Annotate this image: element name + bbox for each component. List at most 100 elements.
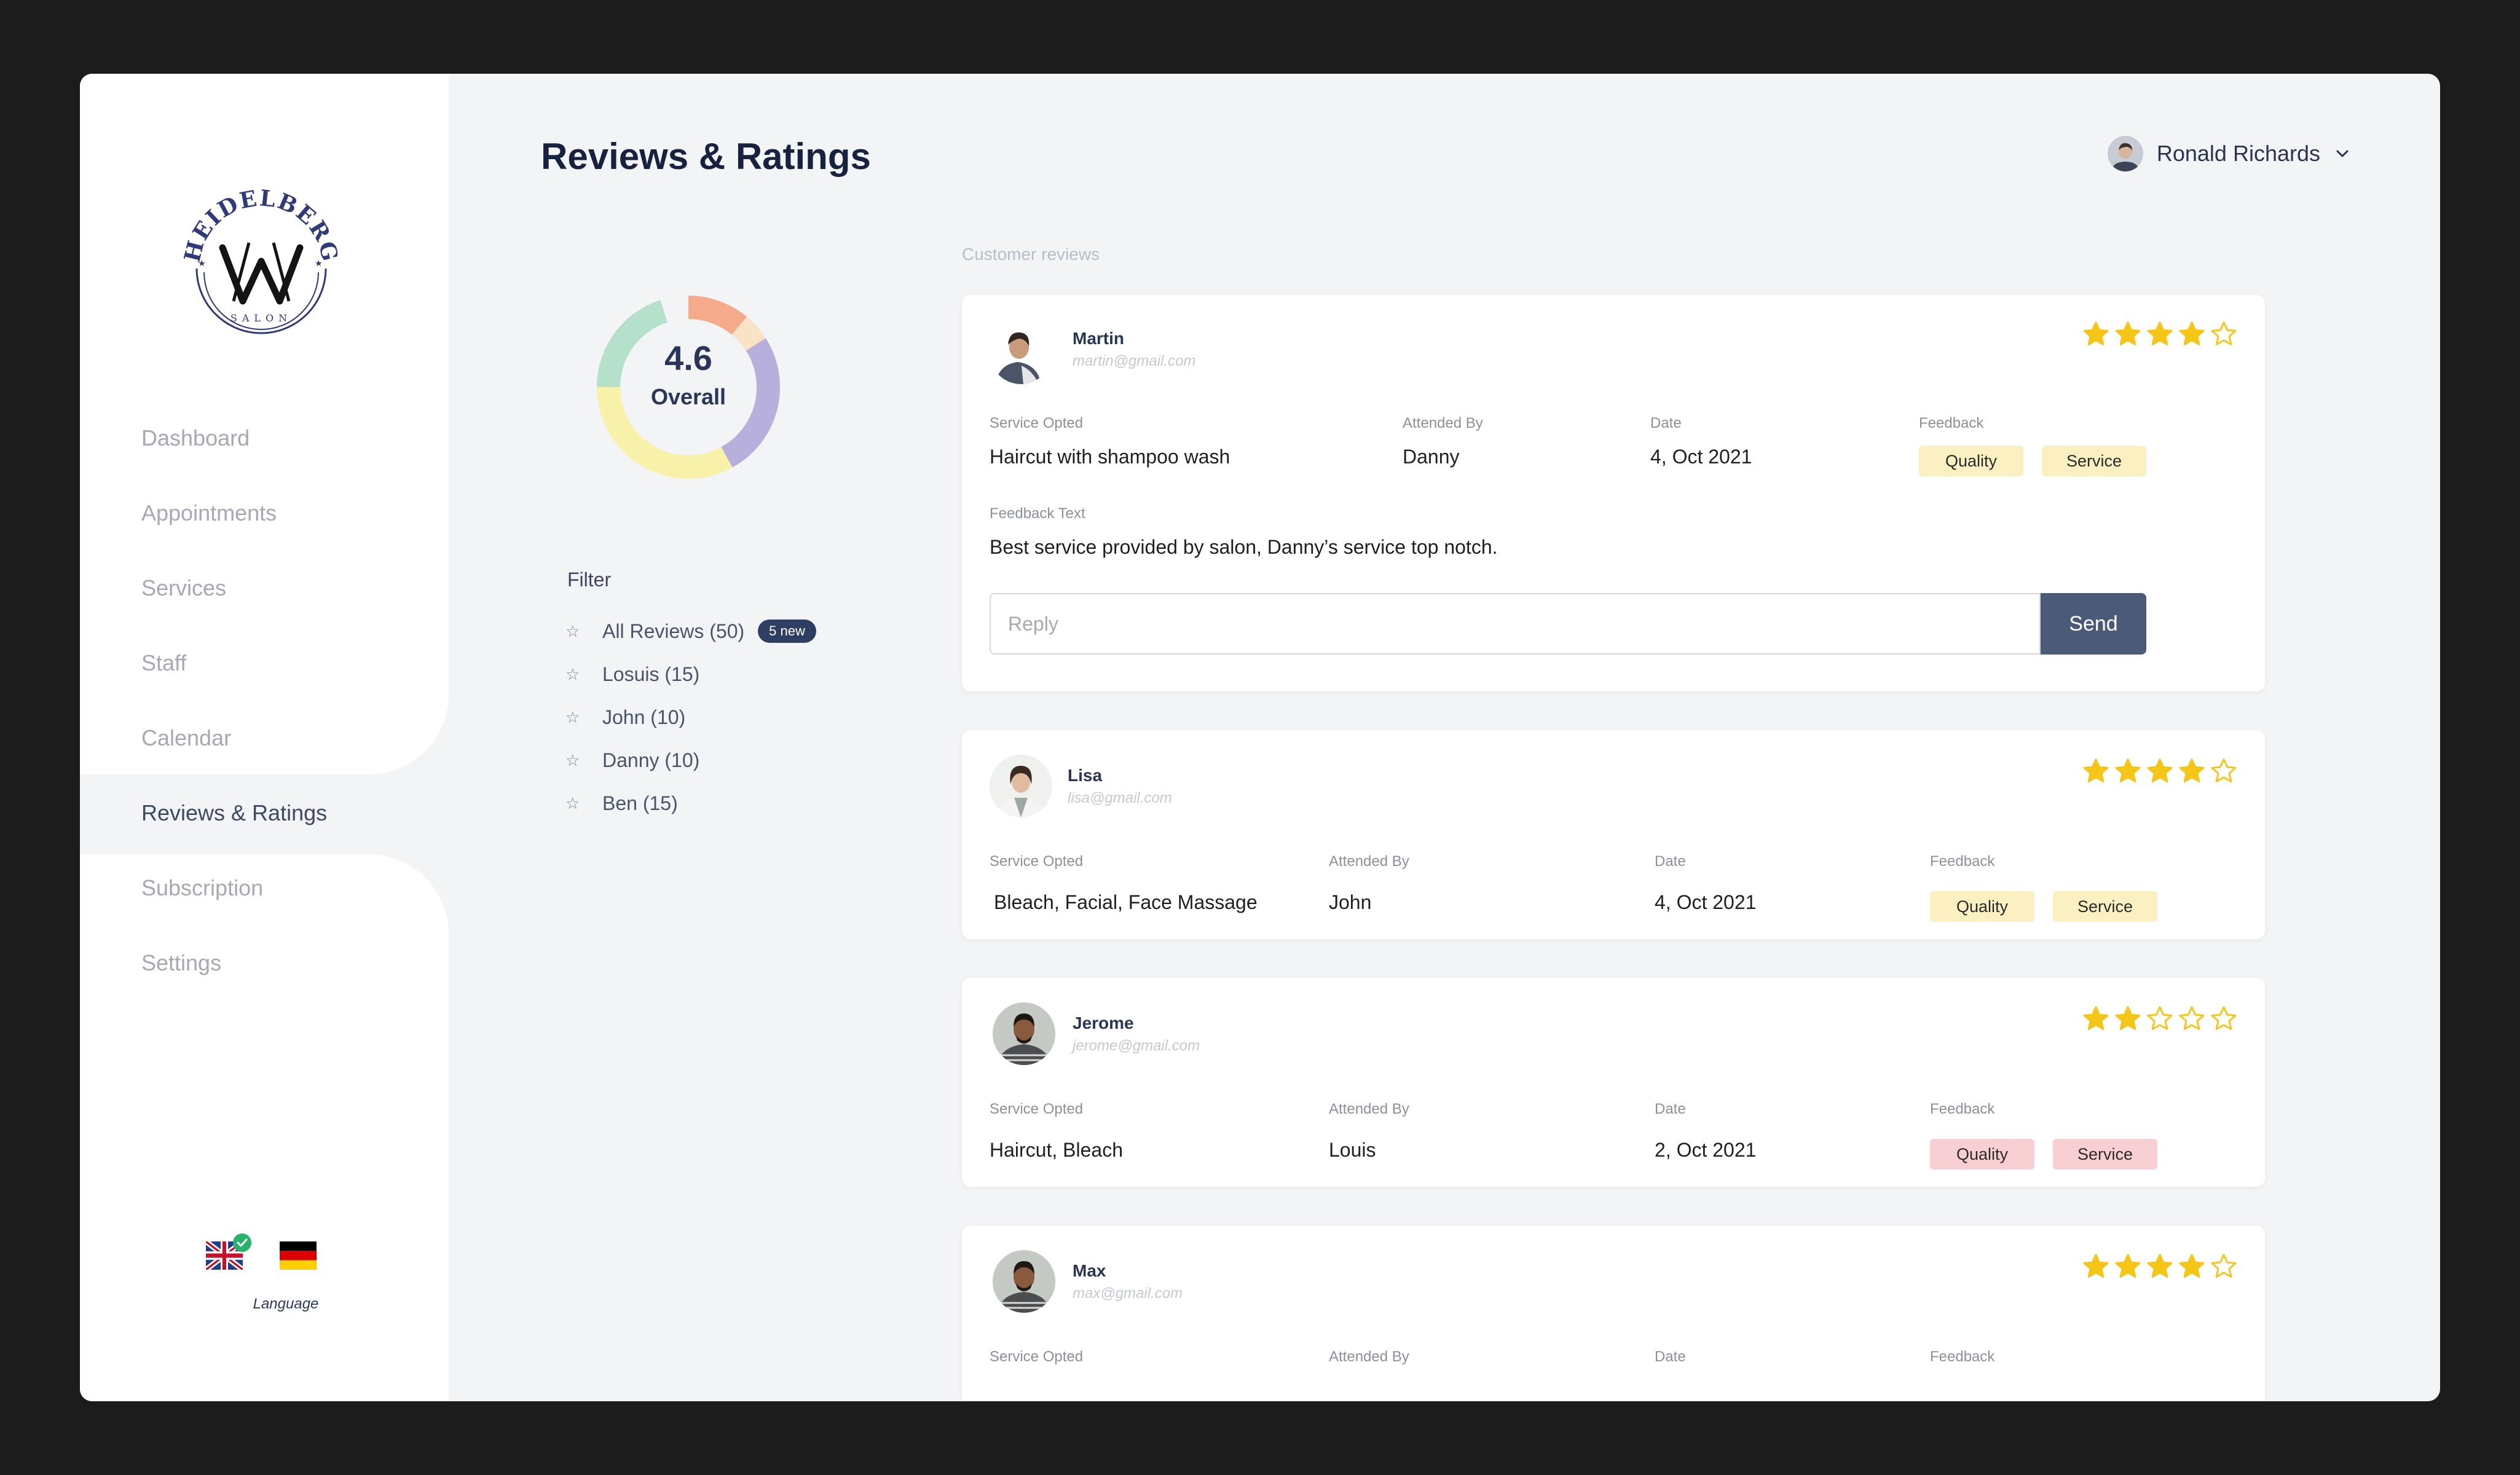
- service-opted-label: Service Opted: [990, 415, 1084, 431]
- date-value: 4, Oct 2021: [1655, 891, 1757, 913]
- star-filled-icon: [2147, 758, 2173, 782]
- reviewer-email: max@gmail.com: [1073, 1285, 1183, 1302]
- reviewer-email: jerome@gmail.com: [1073, 1037, 1200, 1054]
- date-label: Date: [1655, 853, 1686, 870]
- star-filled-icon: [2179, 758, 2205, 782]
- feedback-text-label: Feedback Text: [990, 505, 1085, 522]
- date-label: Date: [1655, 1348, 1686, 1365]
- review-card-lisa: Lisa lisa@gmail.com Service Opted Attend…: [962, 730, 2265, 939]
- reviewer-avatar: [993, 1002, 1055, 1065]
- star-filled-icon: [2115, 321, 2141, 345]
- star-filled-icon: [2083, 321, 2109, 345]
- nav-services[interactable]: Services: [141, 575, 226, 601]
- page-title: Reviews & Ratings: [541, 136, 871, 177]
- star-filled-icon: [2083, 758, 2109, 782]
- star-filled-icon: [2147, 321, 2173, 345]
- filter-label: Danny (10): [602, 749, 700, 771]
- service-opted-label: Service Opted: [990, 1101, 1084, 1117]
- attended-by-label: Attended By: [1329, 853, 1409, 870]
- feedback-tag-quality: Quality: [1930, 1139, 2034, 1170]
- feedback-label: Feedback: [1930, 1101, 1995, 1117]
- reviewer-name: Max: [1073, 1261, 1106, 1280]
- star-filled-icon: [2179, 1254, 2205, 1278]
- rating-stars: [2082, 321, 2237, 348]
- date-value: 2, Oct 2021: [1655, 1139, 1757, 1161]
- reviewer-name: Jerome: [1073, 1013, 1134, 1032]
- filter-ben[interactable]: ☆ Ben (15): [565, 790, 678, 817]
- star-empty-icon: [2179, 1006, 2205, 1030]
- star-outline-icon: ☆: [565, 793, 580, 812]
- service-opted-value: Haircut with shampoo wash: [990, 446, 1230, 468]
- reviewer-avatar: [993, 1250, 1055, 1313]
- filter-losuis[interactable]: ☆ Losuis (15): [565, 661, 699, 688]
- filter-title: Filter: [567, 568, 612, 591]
- nav-settings[interactable]: Settings: [141, 950, 221, 976]
- nav-subscription[interactable]: Subscription: [141, 875, 263, 901]
- attended-by-value: Danny: [1403, 446, 1460, 468]
- check-badge-icon: [233, 1233, 251, 1252]
- customer-reviews-label: Customer reviews: [962, 245, 1100, 264]
- feedback-tag-service: Service: [2042, 446, 2146, 476]
- feedback-label: Feedback: [1919, 415, 1984, 431]
- overall-rating-value: 4.6: [664, 339, 712, 377]
- star-filled-icon: [2083, 1006, 2109, 1030]
- feedback-tag-quality: Quality: [1930, 891, 2034, 922]
- star-outline-icon: ☆: [565, 621, 580, 640]
- star-empty-icon: [2211, 758, 2237, 782]
- filter-all-reviews[interactable]: ☆ All Reviews (50) 5 new: [565, 618, 816, 645]
- filter-danny[interactable]: ☆ Danny (10): [565, 747, 699, 774]
- nav-calendar[interactable]: Calendar: [141, 725, 231, 751]
- filter-label: John (10): [602, 706, 686, 728]
- send-button[interactable]: Send: [2041, 593, 2146, 655]
- svg-text:HEIDELBERG: HEIDELBERG: [179, 185, 344, 264]
- review-card-jerome: Jerome jerome@gmail.com Service Opted At…: [962, 978, 2265, 1187]
- rating-stars: [2082, 758, 2237, 785]
- date-label: Date: [1650, 415, 1682, 431]
- attended-by-value: John: [1329, 891, 1372, 913]
- overall-rating-label: Overall: [650, 384, 726, 409]
- service-opted-value: Bleach, Facial, Face Massage: [994, 891, 1258, 913]
- rating-stars: [2082, 1005, 2237, 1032]
- reviewer-name: Lisa: [1068, 766, 1103, 785]
- salon-logo: HEIDELBERG SALON: [179, 185, 344, 334]
- star-filled-icon: [2083, 1254, 2109, 1278]
- star-empty-icon: [2147, 1006, 2173, 1030]
- reviewer-avatar: [990, 321, 1052, 384]
- language-switcher: Language: [206, 1233, 366, 1315]
- attended-by-label: Attended By: [1329, 1348, 1409, 1365]
- reviewer-email: martin@gmail.com: [1073, 353, 1196, 369]
- user-menu[interactable]: Ronald Richards: [2107, 132, 2351, 175]
- reply-input[interactable]: [990, 593, 2041, 655]
- feedback-tag-quality: Quality: [1919, 446, 2023, 476]
- star-filled-icon: [2179, 321, 2205, 345]
- sidebar: HEIDELBERG SALON Dashboard Appointments …: [80, 74, 449, 1401]
- star-filled-icon: [2115, 1254, 2141, 1278]
- service-opted-label: Service Opted: [990, 853, 1084, 870]
- nav-appointments[interactable]: Appointments: [141, 500, 277, 526]
- star-empty-icon: [2211, 1006, 2237, 1030]
- star-filled-icon: [2115, 758, 2141, 782]
- logo-text: HEIDELBERG: [179, 185, 342, 264]
- star-outline-icon: ☆: [565, 664, 580, 683]
- chevron-down-icon[interactable]: [2334, 145, 2351, 162]
- nav-reviews-ratings[interactable]: Reviews & Ratings: [141, 800, 327, 826]
- attended-by-value: Louis: [1329, 1139, 1376, 1161]
- reviewer-name: Martin: [1073, 329, 1124, 348]
- reviewer-avatar: [990, 755, 1052, 817]
- feedback-text-value: Best service provided by salon, Danny’s …: [990, 536, 1498, 558]
- nav-dashboard[interactable]: Dashboard: [141, 425, 250, 451]
- date-label: Date: [1655, 1101, 1686, 1117]
- attended-by-label: Attended By: [1403, 415, 1483, 431]
- user-name: Ronald Richards: [2156, 141, 2320, 166]
- date-value: 4, Oct 2021: [1650, 446, 1752, 468]
- filter-john[interactable]: ☆ John (10): [565, 704, 685, 731]
- star-outline-icon: ☆: [565, 707, 580, 726]
- filter-label: Ben (15): [602, 792, 678, 814]
- review-card-max: Max max@gmail.com Service Opted Attended…: [962, 1225, 2265, 1401]
- nav-staff[interactable]: Staff: [141, 650, 186, 676]
- feedback-label: Feedback: [1930, 1348, 1995, 1365]
- new-count-badge: 5 new: [758, 620, 816, 643]
- germany-flag-icon[interactable]: [280, 1241, 317, 1270]
- language-label: Language: [253, 1296, 319, 1312]
- user-avatar: [2107, 136, 2143, 171]
